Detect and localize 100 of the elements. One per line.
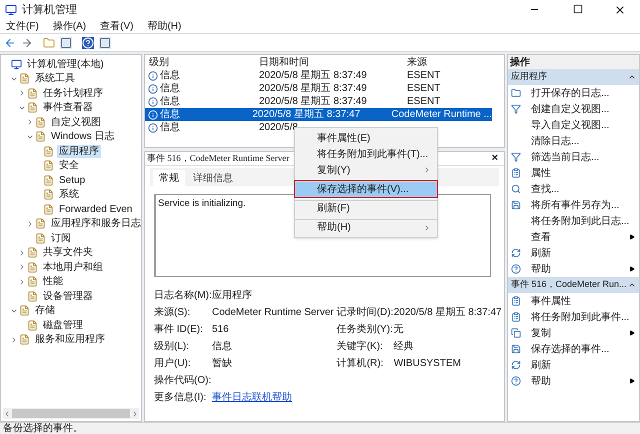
menu-item[interactable]: 查看(V): [100, 19, 134, 34]
tree-item[interactable]: Setup: [57, 174, 88, 187]
column-header[interactable]: 来源: [407, 55, 504, 70]
action-item[interactable]: 刷新: [508, 357, 639, 373]
tree-item[interactable]: Forwarded Even: [57, 202, 134, 216]
context-menu-item[interactable]: 刷新(F): [295, 200, 437, 216]
tree-item[interactable]: 本地用户和组: [41, 260, 105, 274]
action-item[interactable]: 帮助: [508, 373, 639, 389]
menu-item[interactable]: 文件(F): [6, 19, 39, 34]
tree-item[interactable]: 磁盘管理: [41, 318, 85, 332]
tree-item[interactable]: 应用程序和服务日志: [49, 217, 141, 230]
node-icon: [43, 189, 54, 200]
field-label: 用户(U):: [154, 356, 192, 371]
node-icon: [27, 262, 38, 273]
tree-item[interactable]: 共享文件夹: [41, 246, 95, 260]
tree-item[interactable]: 安全: [57, 159, 81, 172]
tree-item[interactable]: Windows 日志: [49, 130, 116, 144]
chevron-right-icon[interactable]: [18, 278, 26, 286]
context-menu-item[interactable]: 保存选择的事件(V)...: [295, 181, 437, 197]
node-icon: [35, 131, 46, 142]
info-icon: [148, 70, 158, 80]
field-label: 记录时间(D):: [336, 306, 391, 320]
tree-item[interactable]: 订阅: [49, 232, 73, 245]
action-item[interactable]: 打开保存的日志...: [508, 85, 639, 101]
chevron-right-icon[interactable]: [18, 248, 26, 257]
help-link[interactable]: 事件日志联机帮助: [212, 390, 292, 405]
collapse-icon[interactable]: [628, 73, 636, 81]
field-label: 更多信息(I):: [154, 390, 208, 405]
action-item[interactable]: 将任务附加到此事件...: [508, 309, 639, 325]
menu-item[interactable]: 操作(A): [52, 19, 86, 34]
tree-item[interactable]: 系统工具: [33, 72, 77, 86]
submenu-arrow-icon: [629, 378, 635, 384]
field-label: 操作代码(O):: [154, 374, 212, 388]
tree-item[interactable]: 事件查看器: [41, 101, 95, 114]
action-item[interactable]: 导入自定义视图...: [508, 117, 639, 133]
action-item[interactable]: 将所有事件另存为...: [508, 197, 639, 213]
event-row[interactable]: 信息 2020/5/8 星期五 8:37:47 CodeMeter Runtime ...: [145, 108, 492, 121]
action-item[interactable]: 查找...: [508, 181, 639, 197]
event-row[interactable]: 信息 2020/5/8 星期五 8:37:49 ESENT: [145, 95, 492, 108]
tab[interactable]: 常规: [153, 170, 185, 186]
action-icon: [511, 376, 521, 386]
tree-item[interactable]: 自定义视图: [49, 116, 103, 129]
close-icon[interactable]: [614, 4, 626, 16]
context-menu-item[interactable]: 帮助(H): [295, 219, 437, 235]
action-icon: [511, 328, 521, 338]
context-menu-item[interactable]: 将任务附加到此事件(T)...: [295, 146, 437, 162]
panel-icon[interactable]: [99, 36, 111, 48]
horizontal-scrollbar[interactable]: [3, 408, 139, 419]
column-header[interactable]: 日期和时间: [259, 55, 407, 70]
tree-item[interactable]: 任务计划程序: [41, 86, 105, 100]
tab[interactable]: 详细信息: [187, 170, 239, 186]
tree-item[interactable]: 应用程序: [57, 144, 101, 158]
computer-icon: [11, 58, 22, 70]
help-icon[interactable]: [82, 36, 94, 48]
maximize-icon[interactable]: [573, 4, 583, 14]
action-item[interactable]: 清除日志...: [508, 133, 639, 149]
tree-item[interactable]: 存储: [33, 304, 57, 318]
event-row[interactable]: 信息 2020/5/8 星期五 8:37:49 ESENT: [145, 69, 492, 82]
tree-item[interactable]: 性能: [41, 275, 65, 288]
action-icon: [511, 296, 521, 306]
tree-item[interactable]: 计算机管理(本地): [25, 58, 106, 71]
action-item[interactable]: 刷新: [508, 245, 639, 261]
collapse-icon[interactable]: [628, 281, 636, 289]
action-item[interactable]: 将任务附加到此日志...: [508, 213, 639, 229]
menu-item[interactable]: 帮助(H): [147, 19, 182, 34]
back-icon[interactable]: [4, 36, 16, 48]
scroll-right-icon[interactable]: [131, 410, 139, 418]
action-item[interactable]: 筛选当前日志...: [508, 149, 639, 165]
action-item[interactable]: 保存选择的事件...: [508, 341, 639, 357]
column-header[interactable]: 级别: [145, 55, 259, 70]
scroll-left-icon[interactable]: [3, 410, 11, 418]
forward-icon[interactable]: [21, 36, 33, 48]
tree-item[interactable]: 服务和应用程序: [33, 333, 107, 346]
chevron-right-icon[interactable]: [18, 263, 26, 272]
action-item[interactable]: 查看: [508, 229, 639, 245]
tree-item[interactable]: 设备管理器: [41, 290, 95, 303]
section-header[interactable]: 应用程序: [508, 69, 639, 85]
action-icon: [511, 264, 521, 274]
action-item[interactable]: 帮助: [508, 261, 639, 277]
field-label: 日志名称(M):: [154, 288, 212, 303]
field-label: 级别(L):: [154, 340, 190, 354]
table-cell-text: 2020/5/8 星期五 8:37:49: [259, 82, 368, 96]
node-icon: [43, 146, 54, 157]
chevron-right-icon[interactable]: [26, 118, 34, 126]
event-message: Service is initializing.: [158, 198, 246, 209]
action-item[interactable]: 属性: [508, 165, 639, 181]
tree-item[interactable]: 系统: [57, 188, 81, 202]
chevron-right-icon[interactable]: [26, 220, 34, 228]
action-item[interactable]: 创建自定义视图...: [508, 101, 639, 117]
event-row[interactable]: 信息 2020/5/8 星期五 8:37:49 ESENT: [145, 82, 492, 95]
action-item[interactable]: 事件属性: [508, 293, 639, 309]
chevron-right-icon[interactable]: [10, 336, 18, 344]
close-button[interactable]: ×: [492, 150, 498, 167]
chevron-right-icon[interactable]: [18, 89, 26, 98]
action-item[interactable]: 复制: [508, 325, 639, 341]
action-icon: [511, 88, 521, 98]
context-menu-item[interactable]: 复制(Y): [295, 162, 437, 178]
panel-icon[interactable]: [60, 36, 72, 48]
section-header[interactable]: 事件 516，CodeMeter Run...: [508, 277, 639, 293]
table-cell-text: ESENT: [407, 82, 442, 96]
